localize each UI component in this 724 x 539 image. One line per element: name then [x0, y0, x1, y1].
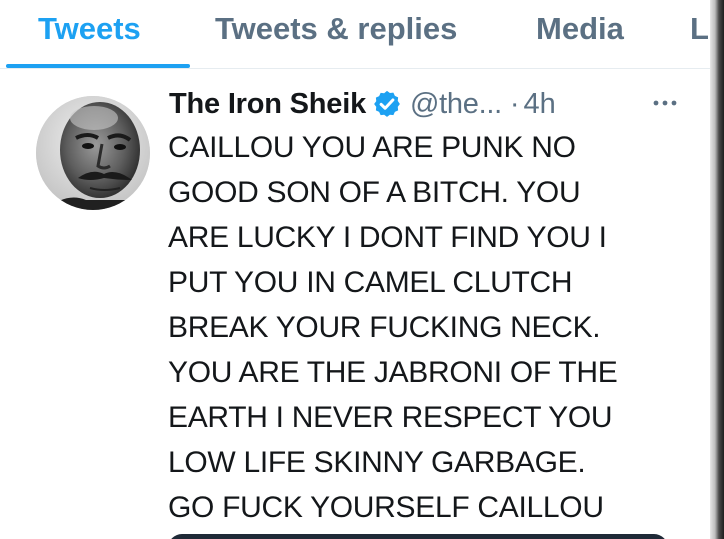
tweet-text-line: ARE LUCKY I DONT FIND YOU I	[168, 221, 607, 254]
tweet-text-line: GOOD SON OF A BITCH. YOU	[168, 176, 581, 209]
tweet-timestamp[interactable]: 4h	[524, 88, 556, 121]
tweet-text-line: LOW LIFE SKINNY GARBAGE.	[168, 446, 586, 479]
tab-tweets-and-replies[interactable]: Tweets & replies	[215, 8, 457, 50]
tweet-text-line: BREAK YOUR FUCKING NECK.	[168, 311, 601, 344]
tweet[interactable]: The Iron Sheik @the... · 4h CAILLOU YOU …	[0, 69, 710, 539]
verified-badge-icon	[372, 89, 402, 119]
tweet-text-line: GO FUCK YOURSELF CAILLOU	[168, 491, 604, 524]
tweet-text: CAILLOU YOU ARE PUNK NO GOOD SON OF A BI…	[168, 125, 688, 530]
media-card[interactable]	[168, 534, 668, 539]
avatar-photo	[36, 96, 150, 210]
tab-likes[interactable]: L	[690, 8, 709, 50]
tweet-header: The Iron Sheik @the... · 4h	[169, 84, 556, 124]
active-tab-indicator	[6, 64, 190, 68]
profile-timeline: Tweets Tweets & replies Media L The Iron…	[0, 0, 724, 539]
tweet-text-line: PUT YOU IN CAMEL CLUTCH	[168, 266, 573, 299]
user-handle[interactable]: @the...	[410, 88, 502, 121]
tweet-text-line: EARTH I NEVER RESPECT YOU	[168, 401, 613, 434]
display-name[interactable]: The Iron Sheik	[169, 88, 366, 121]
tweet-text-line: YOU ARE THE JABRONI OF THE	[168, 356, 618, 389]
window-edge	[710, 0, 724, 539]
more-horizontal-icon[interactable]	[650, 93, 680, 113]
tab-tweets[interactable]: Tweets	[38, 8, 141, 50]
tweet-text-line: CAILLOU YOU ARE PUNK NO	[168, 131, 576, 164]
separator-dot: ·	[509, 87, 520, 120]
avatar[interactable]	[36, 96, 150, 210]
tab-media[interactable]: Media	[536, 8, 624, 50]
profile-tabs: Tweets Tweets & replies Media L	[0, 0, 710, 69]
